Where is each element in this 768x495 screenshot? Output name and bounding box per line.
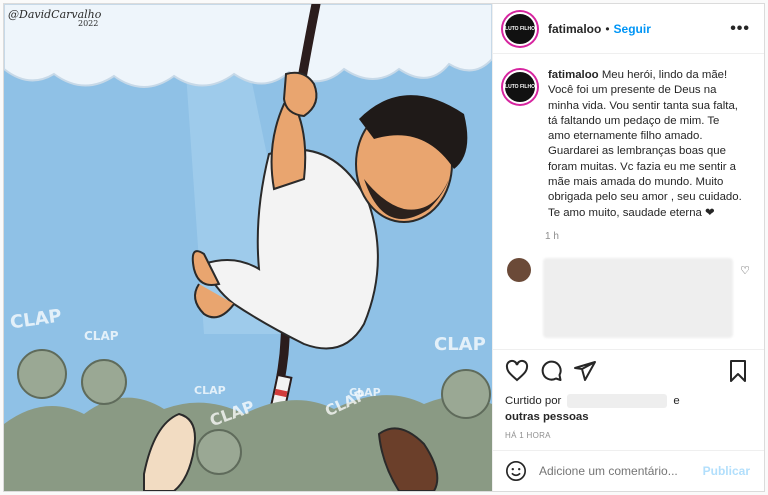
caption: LUTO FILHO fatimaloo Meu herói, lindo da… [493, 54, 764, 221]
signature-year: 2022 [78, 19, 99, 28]
clap-text: CLAP [434, 334, 486, 355]
heart-icon[interactable]: ♡ [740, 264, 750, 277]
publish-button[interactable]: Publicar [703, 464, 750, 478]
caption-username[interactable]: fatimaloo [548, 69, 599, 81]
avatar-text: LUTO FILHO [505, 25, 535, 32]
post-image[interactable]: @DavidCarvalho 2022 CLAP CLAP CLAP CLAP … [4, 4, 492, 491]
clap-text: CLAP [194, 384, 226, 397]
avatar[interactable]: LUTO FILHO [503, 11, 537, 46]
follow-button[interactable]: Seguir [614, 22, 651, 36]
post-timestamp: HÁ 1 HORA [505, 431, 551, 440]
more-icon[interactable]: ••• [730, 20, 750, 38]
bookmark-icon[interactable] [726, 359, 750, 383]
likes-conj: e [673, 395, 680, 407]
post-sidebar: LUTO FILHO fatimaloo • Seguir ••• LUTO F… [492, 4, 764, 491]
avatar[interactable]: LUTO FILHO [503, 70, 537, 104]
separator-dot: • [605, 21, 610, 36]
post-header: LUTO FILHO fatimaloo • Seguir ••• [493, 4, 764, 54]
username[interactable]: fatimaloo [548, 22, 601, 36]
post-actions: Curtido por e outras pessoas HÁ 1 HORA [493, 349, 764, 440]
instagram-post: @DavidCarvalho 2022 CLAP CLAP CLAP CLAP … [3, 3, 765, 492]
hidden-username [567, 394, 668, 408]
avatar-text: LUTO FILHO [505, 84, 535, 90]
clap-text: CLAP [349, 386, 381, 399]
add-comment-bar: Publicar [493, 450, 764, 491]
share-icon[interactable] [573, 359, 597, 383]
emoji-icon[interactable] [505, 460, 527, 482]
commenter-avatar[interactable] [507, 257, 531, 282]
blurred-comment [543, 257, 733, 338]
caption-text: Meu herói, lindo da mãe! Você foi um pre… [548, 69, 742, 219]
artist-signature: @DavidCarvalho 2022 [8, 8, 101, 28]
caption-time: 1 h [545, 230, 559, 242]
likes-prefix: Curtido por [505, 395, 562, 407]
comment-input[interactable] [539, 464, 703, 478]
clap-text: CLAP [84, 329, 119, 343]
likes-line: Curtido por e [505, 394, 750, 408]
caption-body: fatimaloo Meu herói, lindo da mãe! Você … [548, 68, 743, 221]
action-icons [505, 358, 750, 384]
heart-icon[interactable] [505, 359, 529, 383]
comment-item: ♡ [493, 242, 764, 338]
illustration [4, 4, 492, 491]
likes-others[interactable]: outras pessoas [505, 411, 750, 423]
comment-icon[interactable] [539, 359, 563, 383]
